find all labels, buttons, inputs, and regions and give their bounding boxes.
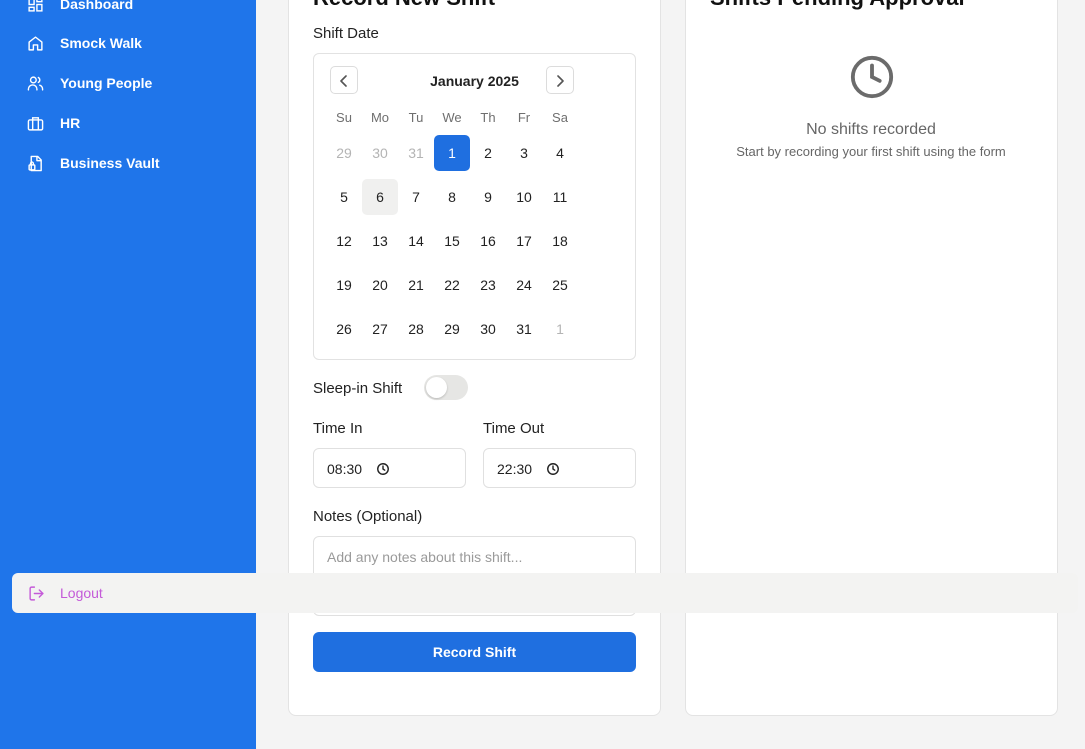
weekday-header: Fr — [517, 110, 531, 125]
sidebar-item-label: Business Vault — [60, 155, 160, 171]
calendar-day[interactable]: 21 — [398, 267, 434, 303]
calendar-day[interactable]: 20 — [362, 267, 398, 303]
clock-icon — [547, 463, 559, 475]
notes-placeholder: Add any notes about this shift... — [327, 549, 523, 565]
sidebar: Dashboard Smock Walk Young People HR Bus… — [0, 0, 256, 749]
logout-button[interactable]: Logout — [12, 573, 1078, 613]
sleep-in-toggle[interactable] — [424, 375, 468, 400]
calendar-day[interactable]: 30 — [470, 311, 506, 347]
briefcase-icon — [27, 117, 44, 131]
time-in-value: 08:30 — [327, 461, 363, 477]
calendar-day[interactable]: 26 — [326, 311, 362, 347]
sleep-in-label: Sleep-in Shift — [313, 380, 403, 397]
weekday-header: Su — [336, 110, 352, 125]
sidebar-item-hr[interactable]: HR — [0, 107, 256, 139]
empty-state-title: No shifts recorded — [806, 121, 936, 138]
sidebar-item-smock-walk[interactable]: Smock Walk — [0, 27, 256, 59]
empty-state-subtitle: Start by recording your first shift usin… — [736, 144, 1006, 159]
calendar-day[interactable]: 31 — [398, 135, 434, 171]
sidebar-item-label: HR — [60, 115, 81, 131]
calendar-day[interactable]: 11 — [542, 179, 578, 215]
weekday-header: Mo — [370, 110, 390, 125]
dashboard-icon — [28, 0, 43, 12]
calendar-day[interactable]: 5 — [326, 179, 362, 215]
calendar-day[interactable]: 6 — [362, 179, 398, 215]
sidebar-item-label: Smock Walk — [60, 35, 142, 51]
calendar-day[interactable]: 31 — [506, 311, 542, 347]
calendar-day[interactable]: 22 — [434, 267, 470, 303]
weekday-header: Th — [480, 110, 496, 125]
calendar-day[interactable]: 18 — [542, 223, 578, 259]
calendar-day[interactable]: 8 — [434, 179, 470, 215]
logout-label: Logout — [60, 585, 103, 601]
logout-icon — [29, 586, 44, 601]
calendar-day[interactable]: 25 — [542, 267, 578, 303]
calendar-day[interactable]: 1 — [434, 135, 470, 171]
weekday-header: Tu — [408, 110, 424, 125]
sidebar-item-label: Dashboard — [60, 0, 134, 12]
toggle-knob — [426, 377, 447, 398]
weekday-header: We — [442, 110, 462, 125]
calendar-day[interactable]: 17 — [506, 223, 542, 259]
calendar-day[interactable]: 2 — [470, 135, 506, 171]
record-shift-title: Record New Shift — [313, 0, 495, 11]
calendar-day[interactable]: 14 — [398, 223, 434, 259]
clock-icon — [850, 55, 894, 99]
calendar-day[interactable]: 23 — [470, 267, 506, 303]
calendar-day[interactable]: 1 — [542, 311, 578, 347]
calendar-day[interactable]: 3 — [506, 135, 542, 171]
file-lock-icon — [28, 155, 42, 172]
calendar-day[interactable]: 15 — [434, 223, 470, 259]
calendar-day[interactable]: 16 — [470, 223, 506, 259]
sidebar-item-business-vault[interactable]: Business Vault — [0, 147, 256, 179]
pending-approval-title: Shifts Pending Approval — [710, 0, 965, 11]
shift-date-label: Shift Date — [313, 25, 379, 42]
calendar-day[interactable]: 27 — [362, 311, 398, 347]
time-in-field[interactable]: 08:30 — [313, 448, 466, 488]
chevron-right-icon — [557, 75, 564, 87]
notes-label: Notes (Optional) — [313, 508, 423, 525]
calendar-day[interactable]: 10 — [506, 179, 542, 215]
calendar-day[interactable]: 4 — [542, 135, 578, 171]
time-out-value: 22:30 — [497, 461, 533, 477]
weekday-header: Sa — [552, 110, 568, 125]
users-icon — [27, 76, 44, 91]
time-out-label: Time Out — [483, 420, 545, 437]
calendar-day[interactable]: 29 — [434, 311, 470, 347]
time-in-label: Time In — [313, 420, 363, 437]
sidebar-item-dashboard[interactable]: Dashboard — [0, 0, 256, 20]
next-month-button[interactable] — [546, 66, 574, 94]
home-icon — [28, 36, 43, 51]
calendar-month-label: January 2025 — [430, 73, 519, 89]
clock-icon — [377, 463, 389, 475]
time-out-field[interactable]: 22:30 — [483, 448, 636, 488]
sidebar-item-young-people[interactable]: Young People — [0, 67, 256, 99]
calendar-day[interactable]: 28 — [398, 311, 434, 347]
record-shift-button[interactable]: Record Shift — [313, 632, 636, 672]
calendar-day[interactable]: 24 — [506, 267, 542, 303]
calendar-day[interactable]: 13 — [362, 223, 398, 259]
calendar-day[interactable]: 19 — [326, 267, 362, 303]
sidebar-item-label: Young People — [60, 75, 153, 91]
main-content: Record New Shift Shift Date January 2025… — [256, 0, 1085, 749]
calendar-day[interactable]: 7 — [398, 179, 434, 215]
calendar-day[interactable]: 30 — [362, 135, 398, 171]
calendar-day[interactable]: 12 — [326, 223, 362, 259]
calendar-day[interactable]: 29 — [326, 135, 362, 171]
date-picker: January 2025 Su Mo Tu We Th Fr Sa 29 30 31 1 2 3 4 5 6 7… — [313, 53, 636, 360]
calendar-day[interactable]: 9 — [470, 179, 506, 215]
